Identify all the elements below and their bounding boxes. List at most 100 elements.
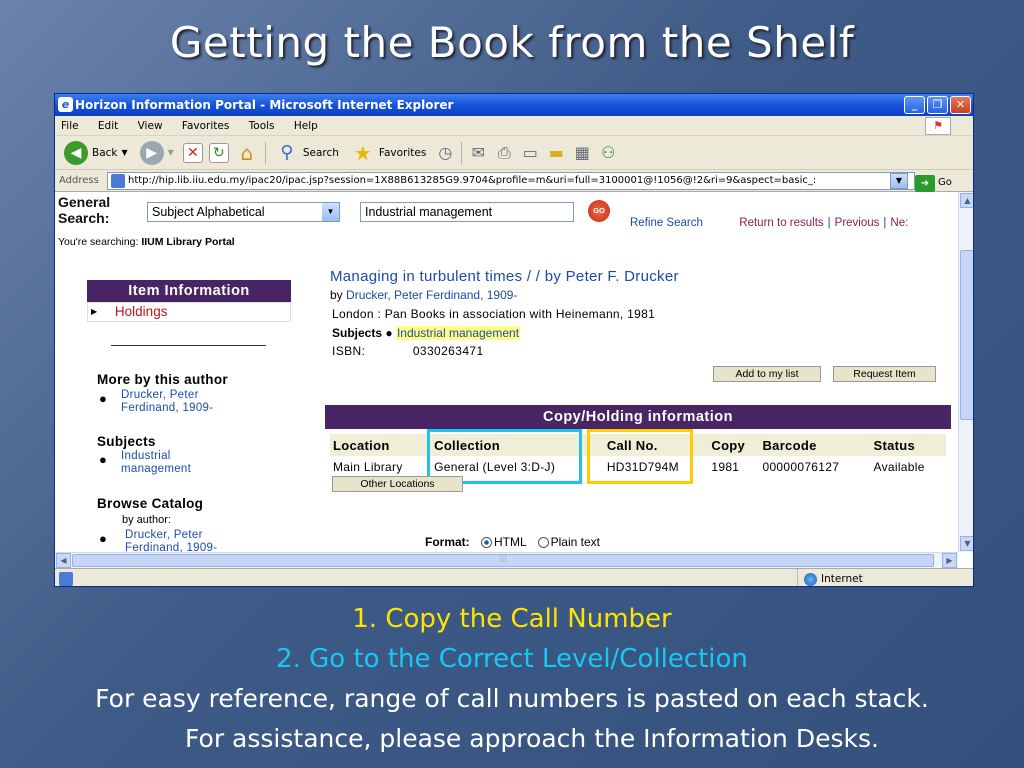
searching-prefix: You're searching: xyxy=(58,236,139,248)
browse-link-line2: Ferdinand, 1909- xyxy=(125,542,218,552)
horizontal-scrollbar[interactable]: ◀ ||| ▶ xyxy=(55,552,958,568)
address-dropdown-icon[interactable]: ▼ xyxy=(890,173,908,189)
back-label: Back xyxy=(92,146,118,159)
triangle-right-icon: ▶ xyxy=(91,307,98,317)
menu-help[interactable]: Help xyxy=(294,120,318,132)
by-prefix: by xyxy=(330,288,343,302)
record-author-link[interactable]: Drucker, Peter Ferdinand, 1909- xyxy=(346,288,517,302)
previous-link[interactable]: Previous xyxy=(835,217,880,229)
page-icon xyxy=(59,572,73,586)
discuss-icon[interactable]: ▬ xyxy=(546,141,566,165)
ie-icon: e xyxy=(58,97,73,112)
go-button[interactable]: ➜ Go xyxy=(915,172,952,194)
page-content: General Search: Subject Alphabetical ▼ I… xyxy=(55,192,958,552)
minimize-button[interactable]: _ xyxy=(904,96,925,114)
format-html-radio[interactable] xyxy=(481,537,493,549)
col-barcode: Barcode xyxy=(759,434,871,456)
by-author-label: by author: xyxy=(122,514,171,526)
forward-arrow-icon: ▶ xyxy=(139,140,164,165)
subjects-label: Subjects xyxy=(332,326,383,340)
go-label: Go xyxy=(938,177,952,188)
record-subject-link[interactable]: Industrial management xyxy=(395,326,521,340)
format-plain-radio[interactable] xyxy=(537,537,549,549)
menu-favorites[interactable]: Favorites xyxy=(182,120,229,132)
back-button[interactable]: ◀ Back ▼ xyxy=(61,139,131,167)
other-locations-button[interactable]: Other Locations xyxy=(332,476,463,492)
item-information-header: Item Information xyxy=(87,280,291,302)
format-label: Format: xyxy=(425,535,470,549)
edit-icon[interactable]: ▭ xyxy=(520,141,540,165)
subject-link-line2: management xyxy=(121,463,192,475)
next-link[interactable]: Ne: xyxy=(890,217,908,229)
address-bar: Address http://hip.lib.iiu.edu.my/ipac20… xyxy=(55,170,973,192)
forward-button[interactable]: ▶ ▼ xyxy=(137,139,177,167)
isbn-label: ISBN: xyxy=(332,344,366,358)
bullet: ● xyxy=(99,531,107,546)
globe-icon xyxy=(804,572,817,586)
home-icon[interactable]: ⌂ xyxy=(235,141,259,165)
menu-file[interactable]: File xyxy=(61,120,79,132)
browse-catalog-heading: Browse Catalog xyxy=(97,496,204,511)
scroll-thumb[interactable]: ||| xyxy=(72,554,934,567)
print-icon[interactable]: ⎙ xyxy=(494,141,514,165)
page-icon xyxy=(111,174,125,188)
scroll-down-icon[interactable]: ▼ xyxy=(960,536,973,551)
chevron-down-icon[interactable]: ▼ xyxy=(168,148,174,157)
menu-tools[interactable]: Tools xyxy=(249,120,275,132)
url-field[interactable]: http://hip.lib.iiu.edu.my/ipac20/ipac.js… xyxy=(107,172,915,190)
search-go-button[interactable]: GO xyxy=(588,200,610,222)
browser-window: e Horizon Information Portal - Microsoft… xyxy=(54,93,974,587)
security-zone: Internet xyxy=(797,569,863,586)
call-number-highlight-box xyxy=(587,429,693,484)
author-link[interactable]: Drucker, Peter Ferdinand, 1909- xyxy=(121,389,213,415)
refresh-icon[interactable]: ↻ xyxy=(208,142,229,163)
window-titlebar: e Horizon Information Portal - Microsoft… xyxy=(55,94,973,116)
messenger-icon[interactable]: ⚇ xyxy=(598,141,618,165)
research-icon[interactable]: ▦ xyxy=(572,141,592,165)
refine-search-link[interactable]: Refine Search xyxy=(630,217,703,229)
search-type-value: Subject Alphabetical xyxy=(152,205,265,219)
mail-icon[interactable]: ✉ xyxy=(468,141,488,165)
search-type-select[interactable]: Subject Alphabetical ▼ xyxy=(147,202,340,222)
subject-link-line1: Industrial xyxy=(121,450,171,462)
more-by-author-heading: More by this author xyxy=(97,372,228,387)
add-to-list-button[interactable]: Add to my list xyxy=(713,366,821,382)
url-text: http://hip.lib.iiu.edu.my/ipac20/ipac.js… xyxy=(128,175,817,186)
record-author-line: by Drucker, Peter Ferdinand, 1909- xyxy=(330,288,517,302)
window-title: Horizon Information Portal - Microsoft I… xyxy=(75,98,454,112)
subject-link[interactable]: Industrial management xyxy=(121,450,191,476)
history-icon[interactable]: ◷ xyxy=(435,141,455,165)
record-title[interactable]: Managing in turbulent times / / by Peter… xyxy=(330,268,679,285)
col-copy: Copy xyxy=(708,434,760,456)
search-input[interactable]: Industrial management xyxy=(360,202,574,222)
back-arrow-icon: ◀ xyxy=(64,140,88,165)
holdings-label: Holdings xyxy=(114,304,168,319)
return-to-results-link[interactable]: Return to results xyxy=(739,217,823,229)
general-search-label-line1: General xyxy=(58,194,111,210)
vertical-scrollbar[interactable]: ▲ ▼ xyxy=(958,192,973,552)
search-button[interactable]: ⚲ Search xyxy=(272,139,342,167)
record-isbn: ISBN: 0330263471 xyxy=(332,344,484,358)
author-link-line1: Drucker, Peter xyxy=(121,389,199,401)
favorites-label: Favorites xyxy=(378,146,427,159)
request-item-button[interactable]: Request Item xyxy=(833,366,936,382)
go-arrow-icon: ➜ xyxy=(915,174,935,192)
scroll-left-icon[interactable]: ◀ xyxy=(56,553,71,568)
step-2-text: 2. Go to the Correct Level/Collection xyxy=(276,644,748,674)
menu-edit[interactable]: Edit xyxy=(98,120,118,132)
menu-view[interactable]: View xyxy=(138,120,163,132)
scroll-thumb[interactable] xyxy=(960,250,973,420)
holdings-link[interactable]: ▶ Holdings xyxy=(91,302,167,322)
windows-flag-icon: ⚑ xyxy=(925,117,951,135)
favorites-button[interactable]: ★ Favorites xyxy=(348,139,429,167)
close-button[interactable]: ✕ xyxy=(950,96,971,114)
scroll-up-icon[interactable]: ▲ xyxy=(960,193,973,208)
stop-icon[interactable]: ✕ xyxy=(182,142,203,163)
col-location: Location xyxy=(330,434,432,456)
restore-button[interactable]: ❐ xyxy=(927,96,948,114)
browse-author-link[interactable]: Drucker, Peter Ferdinand, 1909- xyxy=(125,529,217,552)
chevron-down-icon[interactable]: ▼ xyxy=(322,203,339,221)
search-label: Search xyxy=(302,146,339,159)
scroll-right-icon[interactable]: ▶ xyxy=(942,553,957,568)
chevron-down-icon[interactable]: ▼ xyxy=(122,148,128,157)
